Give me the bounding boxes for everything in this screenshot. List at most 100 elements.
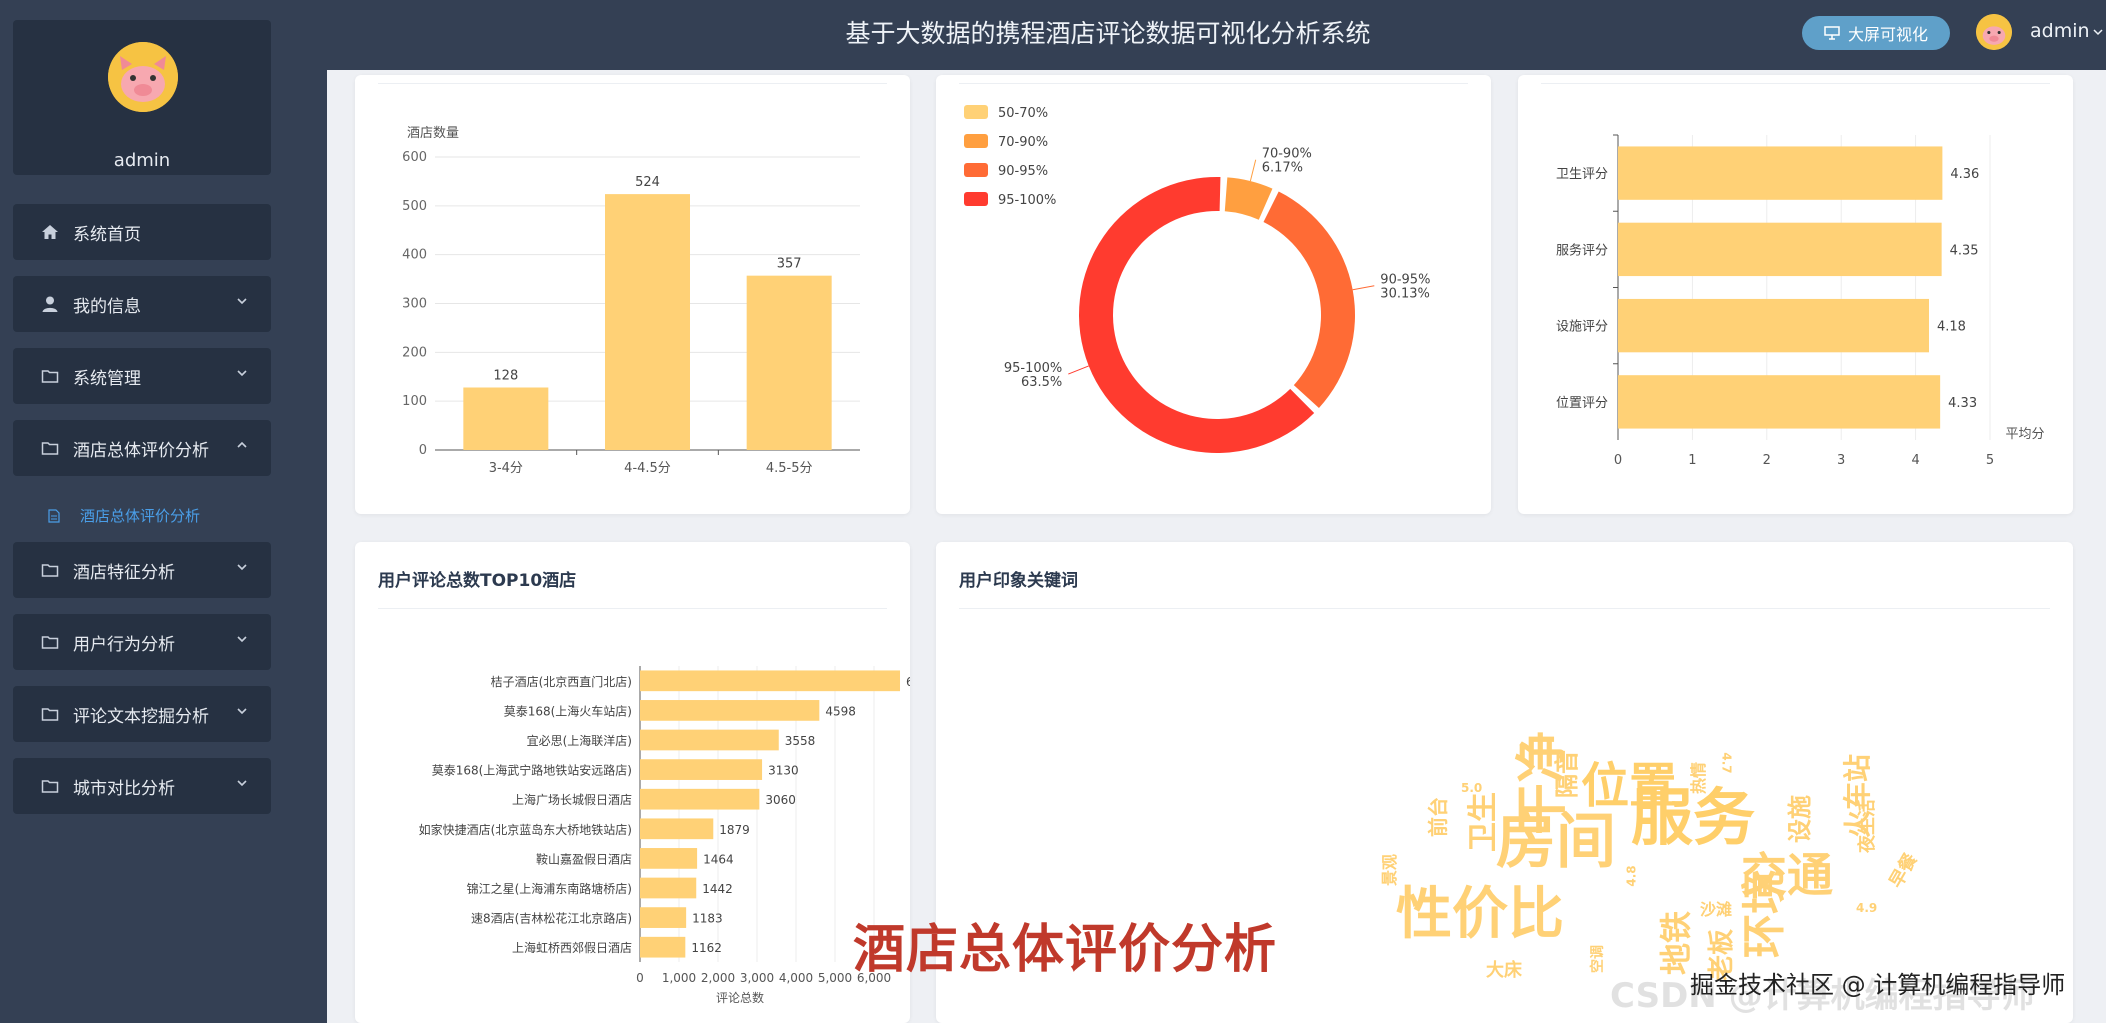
x-tick-label: 4 [1911, 453, 1919, 468]
y-tick-label: 桔子酒店(北京西直门北店) [491, 674, 632, 689]
header-avatar[interactable] [1976, 14, 2012, 50]
avatar[interactable] [108, 42, 178, 112]
sidebar-item-city-compare[interactable]: 城市对比分析 [13, 758, 271, 814]
word-cloud-keyword: 4.7 [1719, 752, 1734, 774]
legend-swatch [964, 163, 988, 177]
x-tick-label: 5 [1986, 453, 1994, 468]
x-tick-label: 5,000 [818, 971, 852, 985]
sidebar-item-user-behavior[interactable]: 用户行为分析 [13, 614, 271, 670]
slice-name-label: 70-90% [1262, 147, 1312, 162]
bar [640, 788, 760, 810]
bar-value-label: 4.35 [1950, 243, 1979, 258]
sidebar-item-label: 系统首页 [73, 224, 141, 245]
y-tick-label: 卫生评分 [1556, 167, 1608, 182]
bar [640, 936, 686, 958]
word-cloud-keyword: 空调 [1590, 945, 1606, 973]
bar [640, 877, 697, 899]
legend-swatch [964, 192, 988, 206]
page-title: 基于大数据的携程酒店评论数据可视化分析系统 [845, 19, 1371, 48]
average-score-chart: 0 1 2 3 4 5 平均分 卫生评分 4.36 服务评分 4.35 设施评分 4.18 位置评分 4.3… [1556, 134, 2045, 468]
bar-value-label: 4.36 [1950, 167, 1979, 182]
legend-label: 70-90% [998, 135, 1048, 150]
word-cloud-keyword: 沙滩 [1700, 900, 1733, 919]
average-score-panel: 0 1 2 3 4 5 平均分 卫生评分 4.36 服务评分 4.35 设施评分 4.18 位置评分 4.3… [1518, 75, 2073, 514]
slice-percent-label: 30.13% [1380, 287, 1430, 302]
slice-name-label: 95-100% [1004, 361, 1062, 376]
folder-icon [41, 564, 59, 577]
bar [640, 818, 714, 840]
chevron-down-icon [237, 708, 247, 715]
sidebar-item-hotel-overall[interactable]: 酒店总体评价分析 [13, 420, 271, 476]
bar-value-label: 4.18 [1937, 320, 1966, 335]
video-caption: 酒店总体评价分析 [853, 920, 1278, 980]
juejin-watermark: 掘金技术社区 @ 计算机编程指导师 [1690, 971, 2066, 999]
bar-value-label: 3558 [785, 734, 816, 748]
chevron-down-icon[interactable] [2092, 26, 2104, 38]
y-axis-label: 酒店数量 [407, 126, 459, 141]
monitor-icon [1824, 26, 1840, 40]
top10-hotels-panel: 用户评论总数TOP10酒店 0 1,000 2,000 3,000 4,000 5,000… [355, 542, 910, 1023]
bar-value-label: 6667 [906, 675, 910, 689]
bar-value-label: 3060 [765, 793, 796, 807]
good-rate-donut-chart: 50-70%70-90%90-95%95-100%70-90%6.17%90-9… [964, 105, 1430, 453]
donut-slice [1224, 177, 1273, 220]
bar-value-label: 128 [493, 368, 518, 383]
word-cloud-keyword: 性价比 [1396, 882, 1564, 947]
word-cloud-keyword: 地铁 [1657, 910, 1696, 976]
x-tick-label: 3 [1837, 453, 1845, 468]
header-username[interactable]: admin [2030, 20, 2090, 42]
chevron-down-icon [237, 298, 247, 305]
sidebar-item-system-admin[interactable]: 系统管理 [13, 348, 271, 404]
label-leader-line [1352, 285, 1375, 291]
chevron-up-icon [237, 441, 247, 448]
sidebar-item-text-mining[interactable]: 评论文本挖掘分析 [13, 686, 271, 742]
good-rate-panel: 50-70% 70-90% 90-95% 95-100% 70-90% 6.17% 90-9… [936, 75, 1491, 514]
word-cloud-keyword: 早餐 [1885, 849, 1922, 892]
bar-value-label: 4598 [825, 704, 856, 718]
folder-icon [41, 636, 59, 649]
sidebar-item-label: 我的信息 [73, 296, 141, 317]
slice-percent-label: 6.17% [1262, 161, 1303, 176]
sidebar-item-label: 城市对比分析 [73, 778, 175, 799]
y-tick-label: 服务评分 [1556, 242, 1608, 258]
bigscreen-button[interactable]: 大屏可视化 [1802, 16, 1950, 50]
bigscreen-label: 大屏可视化 [1847, 25, 1928, 44]
bar [640, 670, 901, 692]
bar [1618, 146, 1943, 200]
submenu-item-label: 酒店总体评价分析 [80, 507, 201, 525]
legend-label: 95-100% [998, 193, 1056, 208]
panel-divider [959, 83, 1468, 84]
chevron-down-icon [237, 636, 247, 643]
y-tick-label: 如家快捷酒店(北京蓝岛东大桥地铁站店) [419, 822, 632, 837]
panel-divider [1541, 83, 2050, 84]
sidebar-item-home[interactable]: 系统首页 [13, 204, 271, 260]
bar-value-label: 524 [635, 175, 660, 190]
legend-label: 90-95% [998, 164, 1048, 179]
x-tick-label: 3-4分 [489, 461, 523, 476]
y-tick-label: 200 [402, 345, 427, 360]
y-tick-label: 上海虹桥西郊假日酒店 [512, 940, 632, 955]
legend-swatch [964, 105, 988, 119]
word-cloud-keyword: 夜生活 [1857, 799, 1878, 853]
bar-value-label: 1442 [702, 882, 733, 896]
bar [1618, 375, 1941, 429]
sidebar-item-hotel-features[interactable]: 酒店特征分析 [13, 542, 271, 598]
bar-value-label: 3130 [768, 764, 799, 778]
sidebar: admin 系统首页 我的信息 系统管理 酒店总体评价分析 酒店总体评价分析 酒… [0, 0, 298, 1023]
sidebar-item-label: 用户行为分析 [73, 634, 175, 655]
sidebar-item-label: 酒店总体评价分析 [73, 440, 209, 461]
bar [640, 848, 698, 869]
y-tick-label: 100 [402, 394, 427, 409]
sidebar-item-my-info[interactable]: 我的信息 [13, 276, 271, 332]
sidebar-edge [298, 0, 327, 1023]
sidebar-item-label: 酒店特征分析 [73, 562, 175, 583]
avatar-pig-icon [1976, 14, 2012, 50]
x-tick-label: 4,000 [779, 971, 813, 985]
bar-value-label: 1464 [703, 852, 734, 866]
bar [1618, 222, 1942, 277]
profile-card: admin [13, 20, 271, 175]
profile-name: admin [113, 150, 171, 171]
bar [463, 387, 549, 450]
folder-icon [41, 708, 59, 721]
submenu-item-hotel-overall[interactable]: 酒店总体评价分析 [48, 505, 200, 526]
